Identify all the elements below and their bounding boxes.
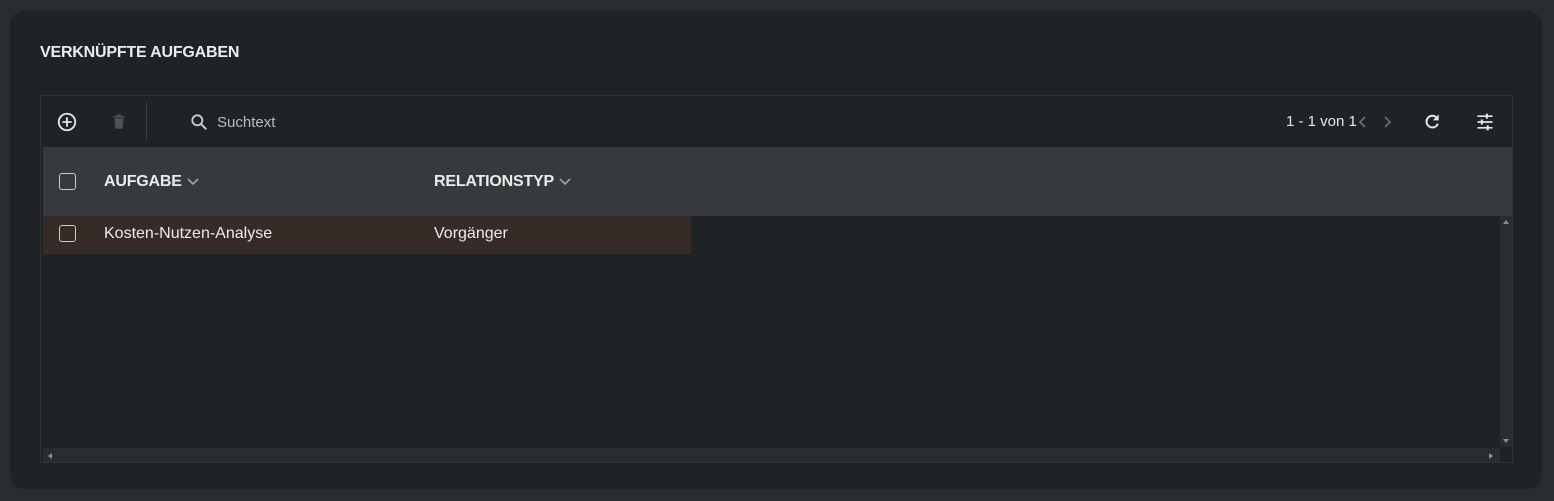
table-header: AUFGABE RELATIONSTYP [43, 147, 1512, 216]
delete-button[interactable] [105, 108, 133, 136]
column-header-label: RELATIONSTYP [434, 173, 554, 190]
add-button[interactable] [53, 108, 81, 136]
grid-toolbar: 1 - 1 von 1 [41, 96, 1512, 147]
next-page-button[interactable] [1378, 108, 1396, 136]
column-settings-button[interactable] [1471, 108, 1499, 136]
refresh-icon [1425, 114, 1439, 129]
chevron-down-icon [187, 178, 199, 186]
search-box [189, 110, 449, 134]
cell-aufgabe: Kosten-Nutzen-Analyse [104, 225, 273, 242]
scroll-right-icon[interactable] [1488, 452, 1494, 460]
chevron-right-icon [1384, 116, 1392, 128]
column-header-aufgabe[interactable]: AUFGABE [104, 173, 200, 191]
vertical-scrollbar[interactable] [1500, 216, 1512, 447]
trash-icon [113, 114, 125, 129]
search-input[interactable] [215, 112, 439, 132]
row-checkbox[interactable] [59, 225, 76, 242]
scroll-down-icon[interactable] [1502, 438, 1510, 444]
chevron-down-icon [559, 178, 571, 186]
column-header-label: AUFGABE [104, 173, 182, 190]
cell-relationstyp: Vorgänger [434, 225, 508, 242]
plus-circle-icon [57, 112, 77, 132]
select-all-checkbox[interactable] [59, 173, 76, 190]
table-row[interactable]: Kosten-Nutzen-Analyse Vorgänger [43, 216, 691, 254]
table-body: Kosten-Nutzen-Analyse Vorgänger [43, 216, 1500, 447]
linked-tasks-grid: 1 - 1 von 1 [40, 95, 1513, 463]
prev-page-button[interactable] [1354, 108, 1372, 136]
pager-status: 1 - 1 von 1 [1286, 113, 1357, 130]
scroll-left-icon[interactable] [47, 452, 53, 460]
scroll-up-icon[interactable] [1502, 219, 1510, 225]
section-title: VERKNÜPFTE AUFGABEN [40, 44, 240, 61]
search-icon [191, 114, 207, 130]
refresh-button[interactable] [1418, 108, 1446, 136]
horizontal-scrollbar[interactable] [43, 448, 1500, 462]
toolbar-divider [146, 102, 147, 142]
column-header-relationstyp[interactable]: RELATIONSTYP [434, 173, 572, 191]
chevron-left-icon [1358, 116, 1366, 128]
tune-icon [1477, 113, 1493, 131]
linked-tasks-card: VERKNÜPFTE AUFGABEN Suchtext 1 - 1 von 1… [10, 11, 1542, 489]
